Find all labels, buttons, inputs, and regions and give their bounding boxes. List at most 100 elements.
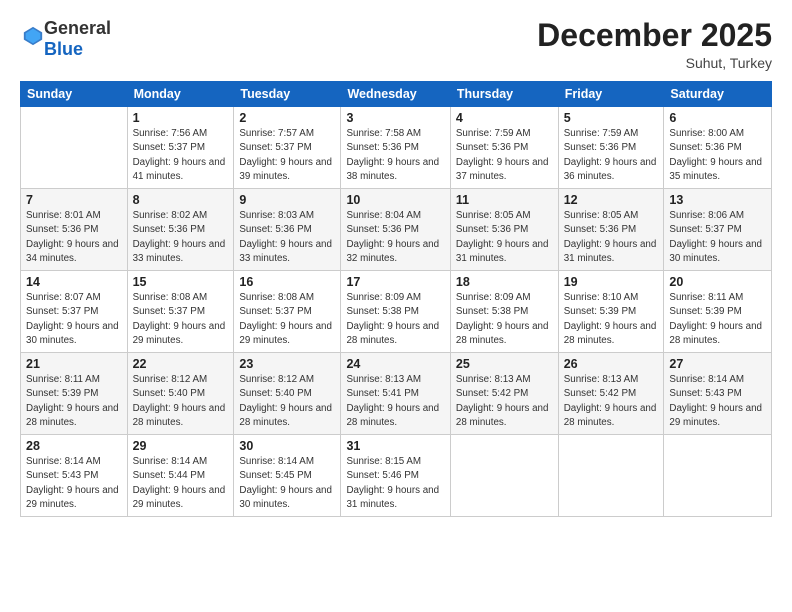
day-number: 2 xyxy=(239,111,335,125)
day-info: Sunrise: 8:12 AM Sunset: 5:40 PM Dayligh… xyxy=(239,373,335,430)
day-info: Sunrise: 8:06 AM Sunset: 5:37 PM Dayligh… xyxy=(669,209,766,266)
logo-general-text: General xyxy=(44,18,111,38)
calendar-cell: 29 Sunrise: 8:14 AM Sunset: 5:44 PM Dayli… xyxy=(127,435,234,517)
col-saturday: Saturday xyxy=(664,82,772,107)
day-number: 20 xyxy=(669,275,766,289)
col-wednesday: Wednesday xyxy=(341,82,450,107)
day-info: Sunrise: 8:08 AM Sunset: 5:37 PM Dayligh… xyxy=(239,291,335,348)
calendar-cell: 28Sunrise: 8:14 AM Sunset: 5:43 PM Dayli… xyxy=(21,435,128,517)
calendar-cell: 12Sunrise: 8:05 AM Sunset: 5:36 PM Dayli… xyxy=(558,189,664,271)
calendar-header-row: Sunday Monday Tuesday Wednesday Thursday… xyxy=(21,82,772,107)
calendar-cell: 27 Sunrise: 8:14 AM Sunset: 5:43 PM Dayli… xyxy=(664,353,772,435)
day-info: Sunrise: 7:59 AM Sunset: 5:36 PM Dayligh… xyxy=(564,127,659,184)
calendar-cell: 19Sunrise: 8:10 AM Sunset: 5:39 PM Dayli… xyxy=(558,271,664,353)
calendar-cell: 17Sunrise: 8:09 AM Sunset: 5:38 PM Dayli… xyxy=(341,271,450,353)
calendar-week-row: 1 Sunrise: 7:56 AM Sunset: 5:37 PM Daylig… xyxy=(21,107,772,189)
calendar-cell: 22 Sunrise: 8:12 AM Sunset: 5:40 PM Dayli… xyxy=(127,353,234,435)
calendar-week-row: 7 Sunrise: 8:01 AM Sunset: 5:36 PM Daylig… xyxy=(21,189,772,271)
calendar-cell xyxy=(664,435,772,517)
col-monday: Monday xyxy=(127,82,234,107)
day-number: 22 xyxy=(133,357,229,371)
calendar-cell: 1 Sunrise: 7:56 AM Sunset: 5:37 PM Daylig… xyxy=(127,107,234,189)
calendar-cell: 18 Sunrise: 8:09 AM Sunset: 5:38 PM Dayli… xyxy=(450,271,558,353)
day-info: Sunrise: 8:05 AM Sunset: 5:36 PM Dayligh… xyxy=(456,209,553,266)
col-tuesday: Tuesday xyxy=(234,82,341,107)
calendar-week-row: 28Sunrise: 8:14 AM Sunset: 5:43 PM Dayli… xyxy=(21,435,772,517)
day-info: Sunrise: 8:01 AM Sunset: 5:36 PM Dayligh… xyxy=(26,209,122,266)
logo: General Blue xyxy=(20,18,111,59)
day-number: 31 xyxy=(346,439,444,453)
day-info: Sunrise: 8:09 AM Sunset: 5:38 PM Dayligh… xyxy=(456,291,553,348)
logo-blue-text: Blue xyxy=(44,39,83,59)
day-info: Sunrise: 8:07 AM Sunset: 5:37 PM Dayligh… xyxy=(26,291,122,348)
calendar-cell: 13 Sunrise: 8:06 AM Sunset: 5:37 PM Dayli… xyxy=(664,189,772,271)
col-friday: Friday xyxy=(558,82,664,107)
calendar-cell: 23Sunrise: 8:12 AM Sunset: 5:40 PM Dayli… xyxy=(234,353,341,435)
calendar-cell: 31 Sunrise: 8:15 AM Sunset: 5:46 PM Dayli… xyxy=(341,435,450,517)
calendar-cell xyxy=(450,435,558,517)
calendar-cell: 8 Sunrise: 8:02 AM Sunset: 5:36 PM Daylig… xyxy=(127,189,234,271)
title-block: December 2025 Suhut, Turkey xyxy=(537,18,772,71)
day-info: Sunrise: 8:12 AM Sunset: 5:40 PM Dayligh… xyxy=(133,373,229,430)
day-number: 29 xyxy=(133,439,229,453)
day-info: Sunrise: 8:14 AM Sunset: 5:45 PM Dayligh… xyxy=(239,455,335,512)
day-number: 21 xyxy=(26,357,122,371)
day-info: Sunrise: 7:56 AM Sunset: 5:37 PM Dayligh… xyxy=(133,127,229,184)
day-number: 26 xyxy=(564,357,659,371)
calendar-week-row: 21 Sunrise: 8:11 AM Sunset: 5:39 PM Dayli… xyxy=(21,353,772,435)
month-title: December 2025 xyxy=(537,18,772,53)
calendar-cell: 10 Sunrise: 8:04 AM Sunset: 5:36 PM Dayli… xyxy=(341,189,450,271)
day-info: Sunrise: 8:13 AM Sunset: 5:42 PM Dayligh… xyxy=(456,373,553,430)
day-number: 3 xyxy=(346,111,444,125)
day-number: 5 xyxy=(564,111,659,125)
day-info: Sunrise: 8:03 AM Sunset: 5:36 PM Dayligh… xyxy=(239,209,335,266)
day-info: Sunrise: 8:14 AM Sunset: 5:43 PM Dayligh… xyxy=(669,373,766,430)
location: Suhut, Turkey xyxy=(537,55,772,71)
day-number: 8 xyxy=(133,193,229,207)
calendar-cell: 6 Sunrise: 8:00 AM Sunset: 5:36 PM Daylig… xyxy=(664,107,772,189)
day-info: Sunrise: 8:14 AM Sunset: 5:44 PM Dayligh… xyxy=(133,455,229,512)
day-info: Sunrise: 8:04 AM Sunset: 5:36 PM Dayligh… xyxy=(346,209,444,266)
day-number: 7 xyxy=(26,193,122,207)
calendar-cell: 30 Sunrise: 8:14 AM Sunset: 5:45 PM Dayli… xyxy=(234,435,341,517)
day-number: 1 xyxy=(133,111,229,125)
calendar-cell: 7 Sunrise: 8:01 AM Sunset: 5:36 PM Daylig… xyxy=(21,189,128,271)
day-number: 18 xyxy=(456,275,553,289)
day-info: Sunrise: 8:02 AM Sunset: 5:36 PM Dayligh… xyxy=(133,209,229,266)
day-number: 16 xyxy=(239,275,335,289)
calendar-cell: 11Sunrise: 8:05 AM Sunset: 5:36 PM Dayli… xyxy=(450,189,558,271)
calendar-cell: 14Sunrise: 8:07 AM Sunset: 5:37 PM Dayli… xyxy=(21,271,128,353)
day-number: 28 xyxy=(26,439,122,453)
day-number: 13 xyxy=(669,193,766,207)
calendar-cell: 26 Sunrise: 8:13 AM Sunset: 5:42 PM Dayli… xyxy=(558,353,664,435)
day-number: 6 xyxy=(669,111,766,125)
day-info: Sunrise: 8:08 AM Sunset: 5:37 PM Dayligh… xyxy=(133,291,229,348)
calendar-cell: 2Sunrise: 7:57 AM Sunset: 5:37 PM Daylig… xyxy=(234,107,341,189)
day-info: Sunrise: 7:58 AM Sunset: 5:36 PM Dayligh… xyxy=(346,127,444,184)
day-number: 30 xyxy=(239,439,335,453)
logo-icon xyxy=(22,25,44,47)
day-number: 27 xyxy=(669,357,766,371)
day-info: Sunrise: 8:10 AM Sunset: 5:39 PM Dayligh… xyxy=(564,291,659,348)
day-number: 25 xyxy=(456,357,553,371)
day-info: Sunrise: 7:59 AM Sunset: 5:36 PM Dayligh… xyxy=(456,127,553,184)
calendar-cell: 21 Sunrise: 8:11 AM Sunset: 5:39 PM Dayli… xyxy=(21,353,128,435)
calendar-table: Sunday Monday Tuesday Wednesday Thursday… xyxy=(20,81,772,517)
day-info: Sunrise: 8:13 AM Sunset: 5:42 PM Dayligh… xyxy=(564,373,659,430)
page-header: General Blue December 2025 Suhut, Turkey xyxy=(20,18,772,71)
day-info: Sunrise: 8:11 AM Sunset: 5:39 PM Dayligh… xyxy=(669,291,766,348)
calendar-cell: 5 Sunrise: 7:59 AM Sunset: 5:36 PM Daylig… xyxy=(558,107,664,189)
day-info: Sunrise: 8:05 AM Sunset: 5:36 PM Dayligh… xyxy=(564,209,659,266)
calendar-cell: 25 Sunrise: 8:13 AM Sunset: 5:42 PM Dayli… xyxy=(450,353,558,435)
day-info: Sunrise: 8:15 AM Sunset: 5:46 PM Dayligh… xyxy=(346,455,444,512)
day-number: 4 xyxy=(456,111,553,125)
calendar-cell: 3 Sunrise: 7:58 AM Sunset: 5:36 PM Daylig… xyxy=(341,107,450,189)
calendar-cell: 24Sunrise: 8:13 AM Sunset: 5:41 PM Dayli… xyxy=(341,353,450,435)
calendar-cell: 9Sunrise: 8:03 AM Sunset: 5:36 PM Daylig… xyxy=(234,189,341,271)
calendar-cell: 15Sunrise: 8:08 AM Sunset: 5:37 PM Dayli… xyxy=(127,271,234,353)
day-info: Sunrise: 8:00 AM Sunset: 5:36 PM Dayligh… xyxy=(669,127,766,184)
day-info: Sunrise: 8:11 AM Sunset: 5:39 PM Dayligh… xyxy=(26,373,122,430)
calendar-cell: 4 Sunrise: 7:59 AM Sunset: 5:36 PM Daylig… xyxy=(450,107,558,189)
day-number: 10 xyxy=(346,193,444,207)
calendar-cell xyxy=(558,435,664,517)
